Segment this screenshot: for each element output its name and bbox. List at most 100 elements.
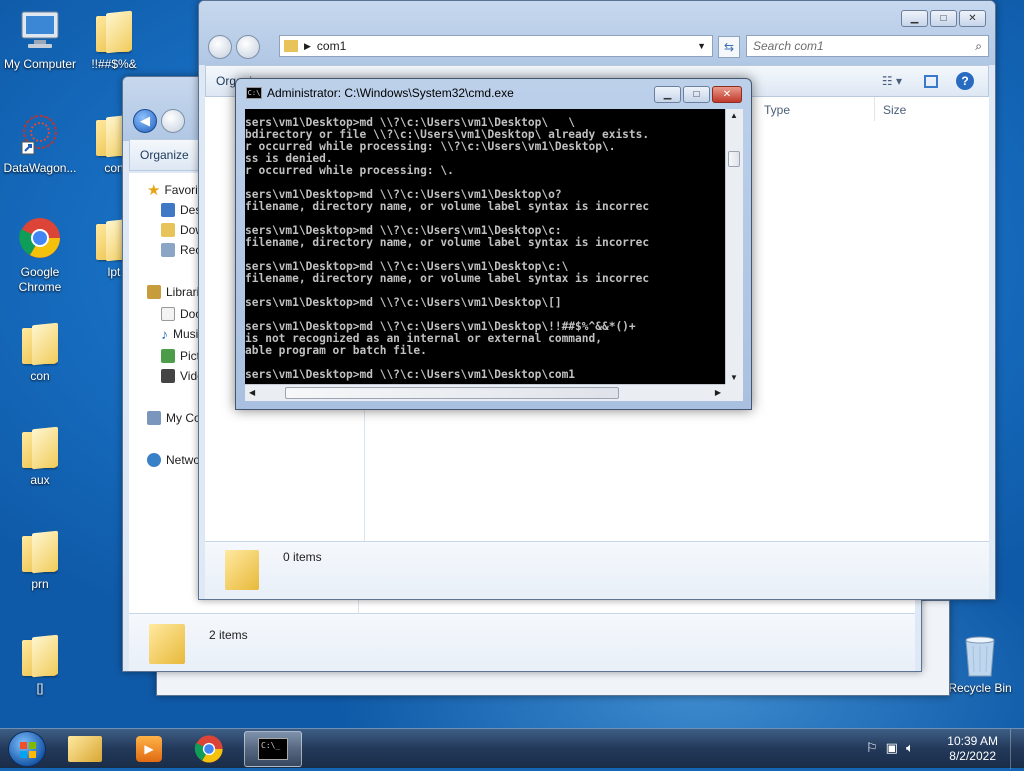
help-icon[interactable]: ?	[956, 72, 974, 90]
clock[interactable]: 10:39 AM 8/2/2022	[947, 734, 998, 764]
scroll-down-icon[interactable]: ▼	[730, 373, 738, 382]
taskbar-chrome[interactable]	[180, 731, 238, 767]
refresh-button[interactable]: ⇆	[718, 36, 740, 58]
taskbar-explorer[interactable]	[56, 731, 114, 767]
console-output[interactable]: sers\vm1\Desktop>md \\?\c:\Users\vm1\Des…	[245, 109, 725, 384]
media-player-icon: ▶	[136, 736, 162, 762]
desktop-icon-google-chrome[interactable]: Google Chrome	[0, 216, 80, 295]
scroll-left-icon[interactable]: ◀	[249, 388, 255, 397]
clock-time: 10:39 AM	[947, 734, 998, 748]
console-line: sers\vm1\Desktop>md \\?\c:\Users\vm1\Des…	[245, 368, 576, 381]
star-icon: ★	[147, 182, 161, 199]
scroll-thumb[interactable]	[285, 387, 619, 399]
clock-date: 8/2/2022	[949, 749, 996, 763]
cmd-window[interactable]: C:\ Administrator: C:\Windows\System32\c…	[235, 78, 752, 410]
folder-icon	[284, 40, 298, 52]
console-line: able program or batch file.	[245, 344, 427, 357]
search-placeholder: Search com1	[753, 39, 824, 53]
details-pane: 0 items	[205, 541, 989, 599]
back-button[interactable]: ◀	[133, 109, 157, 133]
file-icon	[18, 320, 62, 366]
chrome-icon	[194, 735, 223, 763]
breadcrumb-separator-icon: ▶	[304, 40, 311, 51]
minimize-button[interactable]: ▁	[901, 10, 928, 27]
close-button[interactable]: ✕	[712, 86, 742, 103]
downloads-icon	[161, 223, 175, 237]
search-input[interactable]: Search com1 ⌕	[746, 35, 989, 57]
column-divider	[874, 97, 875, 121]
videos-icon	[161, 369, 175, 383]
shortcut-icon	[18, 112, 62, 158]
taskbar-media-player[interactable]: ▶	[120, 731, 178, 767]
back-button[interactable]	[208, 35, 232, 59]
cmd-icon: C:\_	[258, 738, 288, 760]
desktop-icon-datawagon[interactable]: DataWagon...	[0, 112, 80, 176]
windows-logo-icon	[20, 742, 36, 758]
cmd-title: C:\ Administrator: C:\Windows\System32\c…	[246, 86, 514, 100]
desktop-icon	[161, 203, 175, 217]
view-options-icon[interactable]: ☷ ▾	[882, 74, 902, 88]
volume-icon[interactable]: 🔈︎	[906, 740, 914, 756]
search-icon[interactable]: ⌕	[975, 39, 982, 54]
computer-icon	[147, 411, 161, 425]
desktop-icon-label: aux	[30, 473, 50, 487]
folder-icon	[18, 632, 62, 678]
desktop-icon-label: DataWagon...	[3, 161, 77, 175]
address-bar[interactable]: ▶ com1 ▼	[279, 35, 713, 57]
cmd-icon: C:\	[246, 87, 262, 99]
pictures-icon	[161, 349, 175, 363]
breadcrumb: com1	[316, 39, 347, 53]
desktop-icon-my-computer[interactable]: My Computer	[0, 8, 80, 72]
forward-button[interactable]	[161, 109, 185, 133]
tray-icons: ⚐ ▣ 🔈︎	[866, 740, 914, 756]
vertical-scrollbar[interactable]: ▲ ▼	[725, 109, 743, 384]
console-line: filename, directory name, or volume labe…	[245, 200, 650, 213]
desktop-icon-label: []	[36, 681, 44, 695]
desktop-icon-folder-prn[interactable]: prn	[0, 528, 80, 592]
column-header-size[interactable]: Size	[883, 103, 906, 117]
organize-button[interactable]: Organize	[140, 148, 189, 162]
action-center-icon[interactable]: ⚐	[866, 740, 878, 756]
desktop-icon-folder-brackets[interactable]: []	[0, 632, 80, 696]
console-line: sers\vm1\Desktop>md \\?\c:\Users\vm1\Des…	[245, 296, 562, 309]
desktop-icon-label: Google Chrome	[18, 265, 62, 294]
window-controls: ▁ □ ✕	[899, 10, 986, 27]
scroll-thumb[interactable]	[728, 151, 740, 167]
console-line: r occurred while processing: \.	[245, 164, 454, 177]
computer-icon	[18, 8, 62, 54]
column-header-type[interactable]: Type	[764, 103, 790, 117]
recycle-bin-icon	[958, 632, 1002, 678]
forward-button[interactable]	[236, 35, 260, 59]
desktop-icon-folder-symbols[interactable]: !!##$%&	[74, 8, 154, 72]
minimize-button[interactable]: ▁	[654, 86, 681, 103]
folder-icon	[92, 8, 136, 54]
preview-pane-icon[interactable]	[924, 74, 938, 88]
show-desktop-button[interactable]	[1010, 729, 1024, 769]
start-button[interactable]	[8, 731, 46, 767]
scroll-corner	[725, 384, 743, 401]
libraries-icon	[147, 285, 161, 299]
taskbar: ▶ C:\_ ⚐ ▣ 🔈︎ 10:39 AM 8/2/2022	[0, 728, 1024, 769]
scroll-right-icon[interactable]: ▶	[715, 388, 721, 397]
folder-icon	[225, 550, 259, 590]
desktop-icon-folder-aux[interactable]: aux	[0, 424, 80, 488]
scroll-up-icon[interactable]: ▲	[730, 111, 738, 120]
item-count: 2 items	[209, 628, 248, 642]
horizontal-scrollbar[interactable]: ◀ ▶	[245, 384, 725, 401]
chrome-icon	[18, 216, 62, 262]
desktop-icon-label: con	[30, 369, 50, 383]
folder-icon	[18, 424, 62, 470]
documents-icon	[161, 307, 175, 321]
maximize-button[interactable]: □	[683, 86, 710, 103]
details-pane: 2 items	[129, 613, 915, 671]
network-icon[interactable]: ▣	[886, 740, 898, 756]
close-button[interactable]: ✕	[959, 10, 986, 27]
chevron-down-icon[interactable]: ▼	[697, 41, 706, 51]
folder-icon	[149, 624, 185, 664]
desktop-icon-label: !!##$%&	[91, 57, 137, 71]
desktop-icon-file-con[interactable]: con	[0, 320, 80, 384]
maximize-button[interactable]: □	[930, 10, 957, 27]
item-count: 0 items	[283, 550, 322, 564]
taskbar-cmd[interactable]: C:\_	[244, 731, 302, 767]
recent-places-icon	[161, 243, 175, 257]
